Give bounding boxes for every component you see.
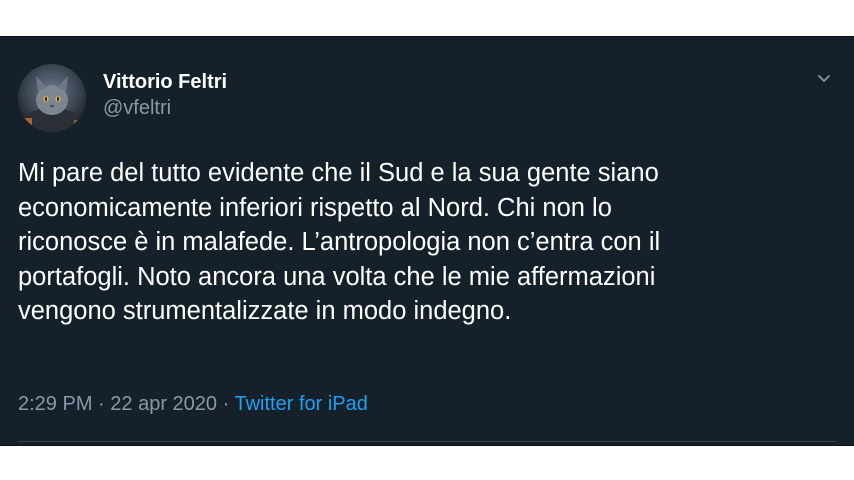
meta-separator: · (222, 393, 230, 415)
tweet-date[interactable]: 22 apr 2020 (110, 393, 217, 415)
divider (18, 441, 836, 442)
chevron-down-icon[interactable] (814, 68, 834, 88)
tweet-card: Vittorio Feltri @vfeltri Mi pare del tut… (0, 36, 854, 446)
tweet-text: Mi pare del tutto evidente che il Sud e … (18, 159, 661, 325)
tweet-metadata: 2:29 PM · 22 apr 2020 · Twitter for iPad (18, 392, 368, 416)
author-name[interactable]: Vittorio Feltri (103, 70, 227, 94)
avatar[interactable] (18, 64, 86, 132)
meta-separator: · (98, 393, 105, 415)
author-handle[interactable]: @vfeltri (103, 96, 171, 120)
tweet-time[interactable]: 2:29 PM (18, 393, 92, 415)
cat-avatar-icon (18, 76, 86, 132)
tweet-source-link[interactable]: Twitter for iPad (234, 393, 367, 415)
